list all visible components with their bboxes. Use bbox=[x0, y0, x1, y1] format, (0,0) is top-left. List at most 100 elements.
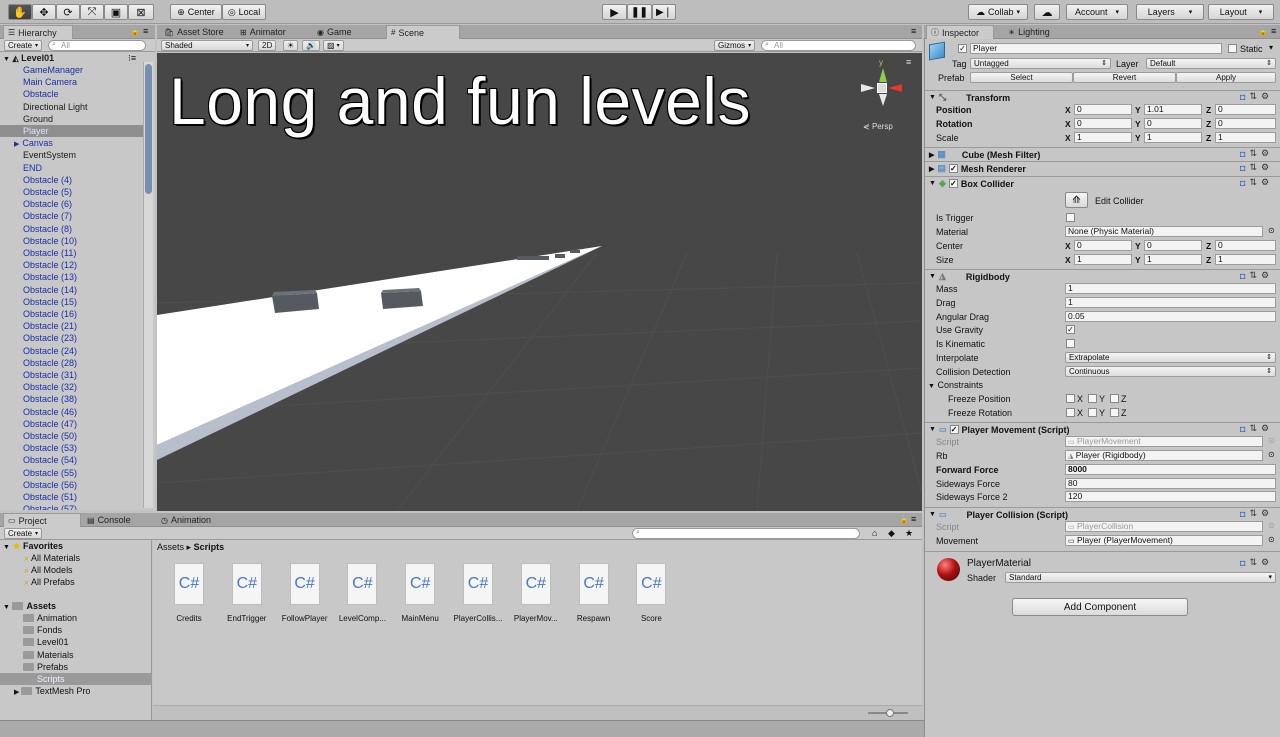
freeze-rotation-y-checkbox[interactable] bbox=[1088, 408, 1097, 417]
panel-menu-icon[interactable]: ≡ bbox=[911, 26, 916, 36]
collider-size-x-field[interactable]: 1 bbox=[1074, 254, 1132, 265]
hierarchy-item[interactable]: Obstacle (53) bbox=[0, 442, 143, 454]
scale-tool-button[interactable]: ⤧ bbox=[80, 4, 104, 20]
object-active-checkbox[interactable]: ✓ bbox=[958, 44, 967, 53]
collider-size-y-field[interactable]: 1 bbox=[1144, 254, 1202, 265]
hierarchy-item[interactable]: GameManager bbox=[0, 64, 143, 76]
hierarchy-item[interactable]: Obstacle (55) bbox=[0, 467, 143, 479]
gear-icon[interactable]: ⚙ bbox=[1261, 557, 1269, 568]
cloud-services-button[interactable]: ☁ bbox=[1034, 4, 1060, 20]
hierarchy-item[interactable]: Obstacle (46) bbox=[0, 406, 143, 418]
help-icon[interactable]: ◘ bbox=[1240, 509, 1245, 519]
angular-drag-field[interactable]: 0.05 bbox=[1065, 311, 1276, 322]
position-x-field[interactable]: 0 bbox=[1074, 104, 1132, 115]
hierarchy-item[interactable]: Directional Light bbox=[0, 101, 143, 113]
transform-header[interactable]: ▼ ⤡ Transform bbox=[925, 90, 1280, 104]
hierarchy-item[interactable]: Obstacle (11) bbox=[0, 247, 143, 259]
tag-dropdown[interactable]: Untagged ⇕ bbox=[970, 58, 1111, 69]
layers-dropdown[interactable]: Layers ▾ bbox=[1136, 4, 1204, 20]
rotation-x-axis-label[interactable]: X bbox=[1065, 119, 1071, 129]
folder-item[interactable]: Scripts bbox=[0, 673, 152, 685]
script-asset[interactable]: C# MainMenu bbox=[391, 563, 449, 623]
use-gravity-checkbox[interactable]: ✓ bbox=[1066, 325, 1075, 334]
scene-viewport[interactable]: Long and fun levels y ⋞ Persp ≡ bbox=[157, 53, 922, 511]
object-picker-icon[interactable]: ⊙ bbox=[1268, 535, 1275, 544]
shading-mode-dropdown[interactable]: Shaded ▾ bbox=[161, 40, 253, 51]
lock-icon[interactable]: 🔒 bbox=[899, 515, 909, 524]
freeze-position-z-checkbox[interactable] bbox=[1110, 394, 1119, 403]
gear-icon[interactable]: ⚙ bbox=[1261, 91, 1269, 102]
position-y-field[interactable]: 1.01 bbox=[1144, 104, 1202, 115]
move-tool-button[interactable]: ✥ bbox=[32, 4, 56, 20]
project-create-button[interactable]: Create ▾ bbox=[4, 528, 43, 539]
hierarchy-search-input[interactable]: ⌕ All bbox=[48, 40, 146, 51]
panel-menu-icon[interactable]: ≡ bbox=[911, 514, 916, 524]
preset-icon[interactable]: ⇅ bbox=[1249, 508, 1257, 519]
hierarchy-item[interactable]: Obstacle (38) bbox=[0, 393, 143, 405]
folder-item[interactable]: ▶ TextMesh Pro bbox=[0, 685, 152, 697]
sideways-force-field[interactable]: 80 bbox=[1065, 478, 1276, 489]
prefab-apply-button[interactable]: Apply bbox=[1176, 72, 1276, 83]
collision-detection-dropdown[interactable]: Continuous ⇕ bbox=[1065, 366, 1276, 377]
favorite-item[interactable]: ⌕ All Models bbox=[0, 564, 152, 576]
gear-icon[interactable]: ⚙ bbox=[1261, 148, 1269, 159]
hierarchy-item[interactable]: Obstacle (16) bbox=[0, 308, 143, 320]
help-icon[interactable]: ◘ bbox=[1240, 178, 1245, 188]
icon-size-slider-thumb[interactable] bbox=[886, 709, 894, 717]
hierarchy-item[interactable]: Obstacle (21) bbox=[0, 320, 143, 332]
player-movement-enabled-checkbox[interactable]: ✓ bbox=[949, 425, 959, 434]
hierarchy-item[interactable]: Obstacle (57) bbox=[0, 503, 143, 510]
interpolate-dropdown[interactable]: Extrapolate ⇕ bbox=[1065, 352, 1276, 363]
player-movement-header[interactable]: ▼ ▭ ✓ Player Movement (Script) bbox=[925, 422, 1280, 436]
hierarchy-item[interactable]: Obstacle (51) bbox=[0, 491, 143, 503]
hierarchy-item[interactable]: Ground bbox=[0, 113, 143, 125]
sideways-force-2-field[interactable]: 120 bbox=[1065, 491, 1276, 502]
audio-toggle[interactable]: 🔊 bbox=[302, 40, 320, 51]
position-z-axis-label[interactable]: Z bbox=[1206, 105, 1211, 115]
freeze-rotation-z-checkbox[interactable] bbox=[1110, 408, 1119, 417]
scale-y-axis-label[interactable]: Y bbox=[1135, 133, 1141, 143]
shader-dropdown[interactable]: Standard ▾ bbox=[1005, 572, 1276, 583]
scene-menu-icon[interactable]: ≡ bbox=[906, 57, 911, 67]
tab-hierarchy[interactable]: ☰ Hierarchy bbox=[3, 25, 73, 39]
tab-scene[interactable]: # Scene bbox=[386, 25, 460, 39]
tab-asset-store[interactable]: 🛍 Asset Store bbox=[160, 25, 232, 39]
transform-tool-button[interactable]: ⊠ bbox=[128, 4, 154, 20]
hierarchy-item[interactable]: Obstacle (50) bbox=[0, 430, 143, 442]
freeze-rotation-x-checkbox[interactable] bbox=[1066, 408, 1075, 417]
constraints-label[interactable]: ▼ Constraints bbox=[928, 380, 983, 390]
help-icon[interactable]: ◘ bbox=[1240, 92, 1245, 102]
preset-icon[interactable]: ⇅ bbox=[1249, 270, 1257, 281]
collider-center-z-axis-label[interactable]: Z bbox=[1206, 241, 1211, 251]
hierarchy-item[interactable]: Main Camera bbox=[0, 76, 143, 88]
collider-center-z-field[interactable]: 0 bbox=[1215, 240, 1276, 251]
hierarchy-item[interactable]: Obstacle (10) bbox=[0, 235, 143, 247]
object-picker-icon[interactable]: ⊙ bbox=[1268, 450, 1275, 459]
help-icon[interactable]: ◘ bbox=[1240, 149, 1245, 159]
collider-center-y-field[interactable]: 0 bbox=[1144, 240, 1202, 251]
favorite-star-icon[interactable]: ★ bbox=[905, 528, 913, 539]
hand-tool-button[interactable]: ✋ bbox=[8, 4, 32, 20]
preset-icon[interactable]: ⇅ bbox=[1249, 162, 1257, 173]
movement-ref-field[interactable]: ▭ Player (PlayerMovement) bbox=[1065, 535, 1263, 546]
hierarchy-item[interactable]: Obstacle (24) bbox=[0, 345, 143, 357]
hierarchy-item[interactable]: Obstacle (23) bbox=[0, 332, 143, 344]
script-asset[interactable]: C# LevelComp... bbox=[333, 563, 391, 623]
box-collider-enabled-checkbox[interactable]: ✓ bbox=[948, 179, 958, 188]
prefab-revert-button[interactable]: Revert bbox=[1073, 72, 1176, 83]
preset-icon[interactable]: ⇅ bbox=[1249, 148, 1257, 159]
layout-dropdown[interactable]: Layout ▾ bbox=[1208, 4, 1274, 20]
hierarchy-item[interactable]: Obstacle (28) bbox=[0, 357, 143, 369]
pause-button[interactable]: ❚❚ bbox=[627, 4, 652, 20]
scale-z-axis-label[interactable]: Z bbox=[1206, 133, 1211, 143]
hierarchy-item[interactable]: Obstacle (47) bbox=[0, 418, 143, 430]
mass-field[interactable]: 1 bbox=[1065, 283, 1276, 294]
assets-header[interactable]: ▼ Assets bbox=[0, 600, 152, 612]
preset-icon[interactable]: ⇅ bbox=[1249, 177, 1257, 188]
static-dropdown-icon[interactable]: ▾ bbox=[1269, 43, 1273, 52]
script-asset[interactable]: C# Score bbox=[622, 563, 680, 623]
rb-field[interactable]: ◮ Player (Rigidbody) bbox=[1065, 450, 1263, 461]
hierarchy-item[interactable]: Obstacle (54) bbox=[0, 454, 143, 466]
lighting-toggle[interactable]: ☀ bbox=[283, 40, 299, 51]
material-preview-sphere[interactable] bbox=[937, 558, 960, 581]
